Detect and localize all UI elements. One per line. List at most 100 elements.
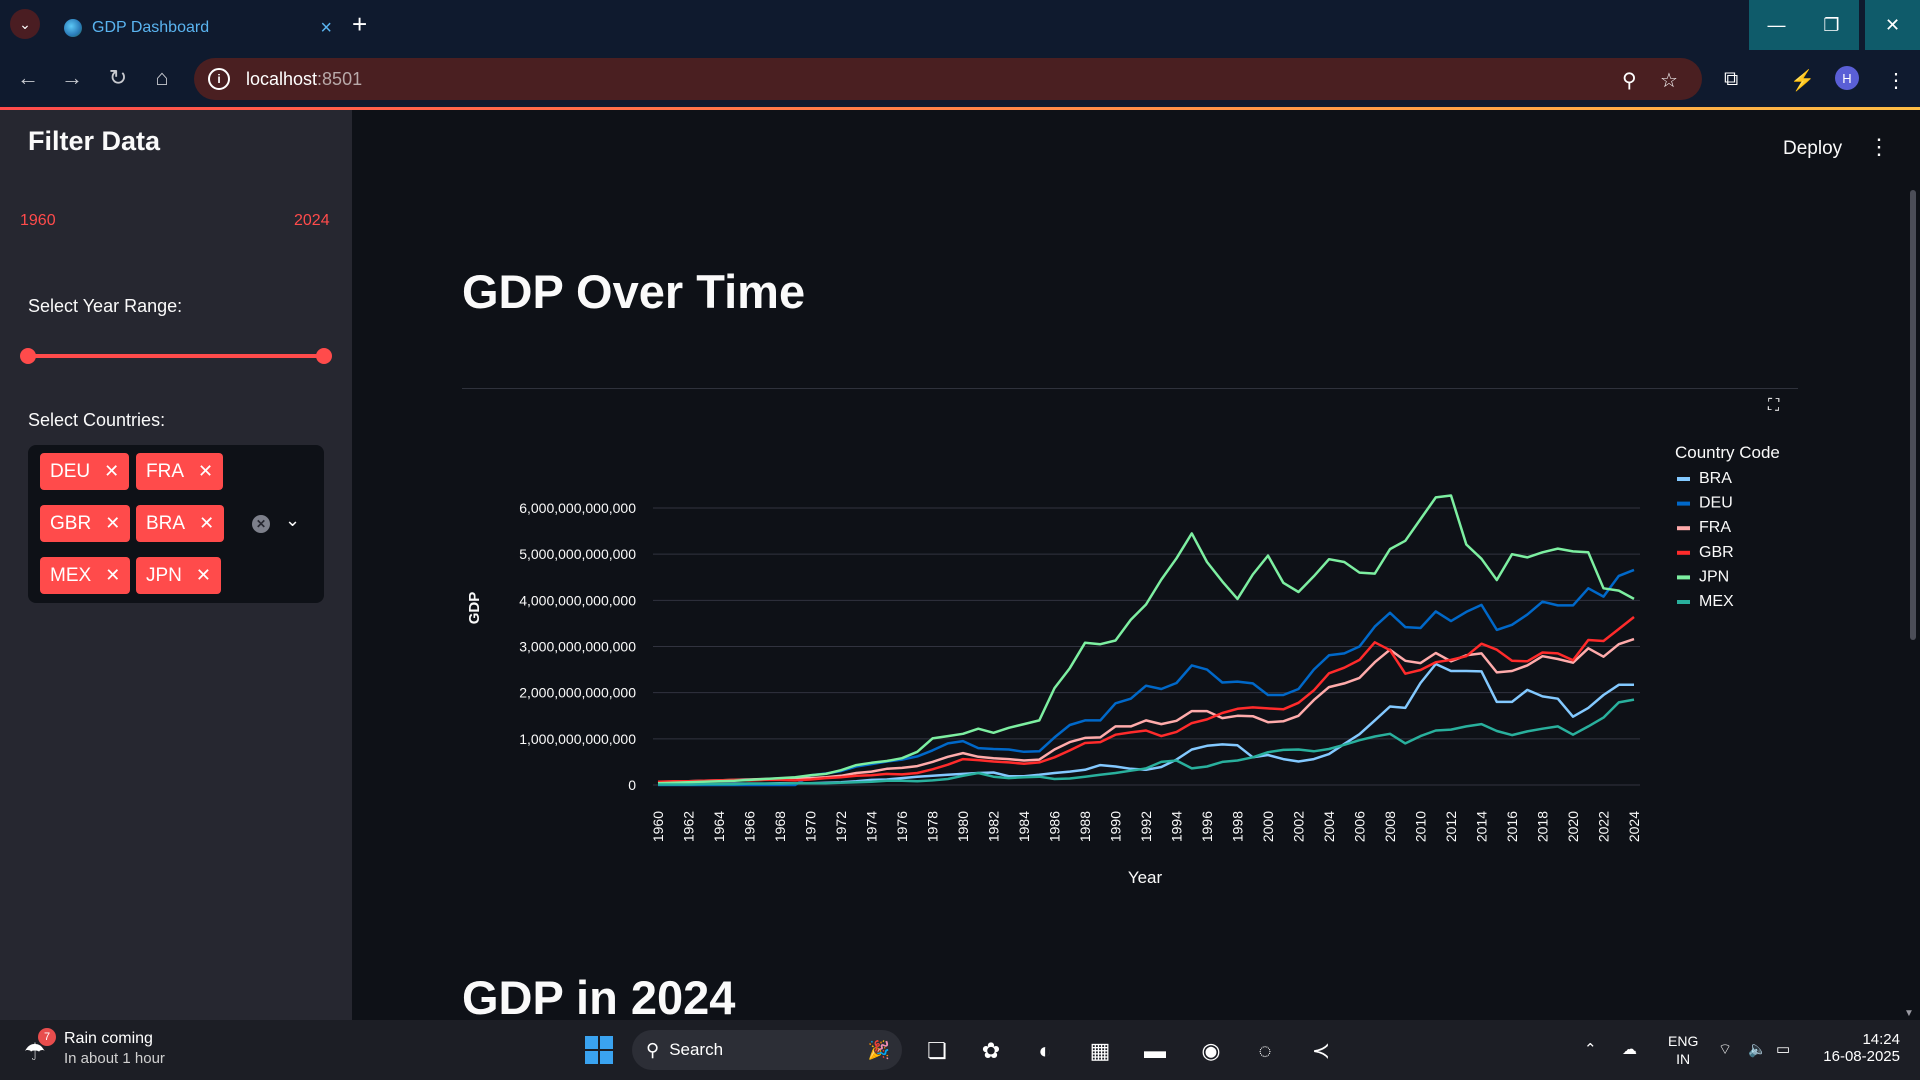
language-indicator[interactable]: ENG IN bbox=[1668, 1032, 1698, 1068]
x-tick-label: 1964 bbox=[711, 811, 727, 842]
deploy-button[interactable]: Deploy bbox=[1783, 138, 1842, 160]
x-tick-label: 1962 bbox=[681, 811, 697, 842]
edge-icon[interactable]: ◐ bbox=[1030, 1036, 1060, 1066]
start-button[interactable] bbox=[585, 1036, 613, 1064]
legend-label[interactable]: JPN bbox=[1699, 568, 1729, 585]
chip-deu[interactable]: DEU ✕ bbox=[40, 453, 130, 490]
x-tick-label: 2008 bbox=[1382, 811, 1398, 842]
legend-label[interactable]: BRA bbox=[1699, 470, 1732, 487]
x-tick-label: 1970 bbox=[803, 811, 819, 842]
file-explorer-icon[interactable]: ▬ bbox=[1140, 1036, 1170, 1066]
system-clock[interactable]: 14:24 16-08-2025 bbox=[1820, 1031, 1900, 1065]
chip-jpn[interactable]: JPN ✕ bbox=[136, 557, 221, 594]
reload-button[interactable]: ↻ bbox=[104, 65, 132, 91]
chip-label: BRA bbox=[146, 512, 186, 534]
remove-icon[interactable]: ✕ bbox=[199, 513, 214, 534]
performance-icon[interactable]: ⚡ bbox=[1790, 68, 1815, 93]
series-mex-line[interactable] bbox=[658, 698, 1635, 786]
x-tick-label: 2014 bbox=[1474, 811, 1490, 842]
x-tick-label: 1960 bbox=[650, 811, 666, 842]
slider-max-handle[interactable] bbox=[316, 348, 332, 364]
x-tick-label: 1968 bbox=[772, 811, 788, 842]
forward-button[interactable]: → bbox=[58, 65, 86, 91]
x-tick-label: 1982 bbox=[986, 811, 1002, 842]
close-window-button[interactable]: ✕ bbox=[1865, 0, 1920, 50]
x-tick-label: 1976 bbox=[894, 811, 910, 842]
profile-avatar[interactable]: H bbox=[1835, 66, 1859, 90]
address-bar[interactable]: i localhost:8501 ⚲ ☆ bbox=[194, 58, 1702, 100]
clear-selection-icon[interactable]: ✕ bbox=[252, 515, 270, 533]
main-menu-icon[interactable]: ⋮ bbox=[1868, 134, 1890, 160]
taskbar-search[interactable]: ⚲ Search 🎉 bbox=[632, 1030, 902, 1070]
zoom-icon[interactable]: ⚲ bbox=[1622, 68, 1637, 93]
remove-icon[interactable]: ✕ bbox=[105, 513, 120, 534]
year-range-slider[interactable] bbox=[28, 354, 324, 358]
extensions-icon[interactable]: ⧉ bbox=[1724, 68, 1738, 91]
browser-tab[interactable]: GDP Dashboard × bbox=[52, 6, 342, 50]
chip-mex[interactable]: MEX ✕ bbox=[40, 557, 131, 594]
chip-label: FRA bbox=[146, 460, 184, 482]
chip-gbr[interactable]: GBR ✕ bbox=[40, 505, 131, 542]
main-scrollbar[interactable] bbox=[1910, 190, 1916, 640]
remove-icon[interactable]: ✕ bbox=[198, 461, 213, 482]
series-gbr-line[interactable] bbox=[657, 616, 1635, 784]
close-icon[interactable]: × bbox=[320, 17, 332, 40]
chip-fra[interactable]: FRA ✕ bbox=[136, 453, 224, 490]
x-tick-label: 1994 bbox=[1169, 811, 1185, 842]
series-bra-line[interactable] bbox=[658, 662, 1634, 786]
legend-swatch bbox=[1677, 526, 1690, 531]
year-range-label: Select Year Range: bbox=[28, 296, 183, 316]
legend-label[interactable]: MEX bbox=[1699, 593, 1734, 610]
chevron-down-icon[interactable]: ⌄ bbox=[285, 510, 300, 531]
fullscreen-icon[interactable]: ⛶ bbox=[1768, 397, 1779, 415]
remove-icon[interactable]: ✕ bbox=[104, 461, 119, 482]
chip-label: MEX bbox=[50, 564, 92, 586]
site-info-icon[interactable]: i bbox=[208, 68, 230, 90]
x-tick-label: 2004 bbox=[1321, 811, 1337, 842]
scroll-down-icon[interactable]: ▼ bbox=[1904, 1008, 1914, 1019]
tab-search-button[interactable]: ⌄ bbox=[10, 9, 40, 39]
x-tick-label: 1996 bbox=[1199, 811, 1215, 842]
url-port: :8501 bbox=[317, 68, 363, 89]
battery-icon[interactable]: ▭ bbox=[1776, 1040, 1790, 1058]
restore-button[interactable]: ❐ bbox=[1804, 0, 1859, 50]
chip-bra[interactable]: BRA ✕ bbox=[136, 505, 225, 542]
vscode-icon[interactable]: ≺ bbox=[1306, 1036, 1336, 1066]
bookmark-star-icon[interactable]: ☆ bbox=[1660, 68, 1678, 93]
x-tick-label: 2000 bbox=[1260, 811, 1276, 842]
new-tab-button[interactable]: + bbox=[352, 10, 367, 38]
home-button[interactable]: ⌂ bbox=[148, 65, 176, 91]
slider-min-handle[interactable] bbox=[20, 348, 36, 364]
back-button[interactable]: ← bbox=[14, 65, 42, 91]
volume-icon[interactable]: 🔈 bbox=[1748, 1040, 1767, 1058]
wifi-icon[interactable]: ⌔ bbox=[1718, 1040, 1732, 1059]
year-min-value: 1960 bbox=[20, 212, 56, 229]
onedrive-icon[interactable]: ☁ bbox=[1622, 1040, 1637, 1058]
remove-icon[interactable]: ✕ bbox=[105, 565, 120, 586]
x-tick-label: 2002 bbox=[1291, 811, 1307, 842]
series-fra-line[interactable] bbox=[657, 637, 1635, 784]
x-tick-label: 1974 bbox=[864, 811, 880, 842]
minimize-button[interactable]: — bbox=[1749, 0, 1804, 50]
browser-menu-icon[interactable]: ⋮ bbox=[1886, 68, 1906, 93]
tray-chevron-icon[interactable]: ⌃ bbox=[1584, 1040, 1597, 1058]
legend-label[interactable]: DEU bbox=[1699, 495, 1733, 512]
copilot-icon[interactable]: ✿ bbox=[976, 1036, 1006, 1066]
chart-legend: Country Code BRA DEU FRA GBR JPN MEX bbox=[1675, 443, 1780, 610]
store-icon[interactable]: ▦ bbox=[1085, 1036, 1115, 1066]
section-title: GDP in 2024 bbox=[462, 971, 736, 1024]
browser-toolbar: ← → ↻ ⌂ i localhost:8501 ⚲ ☆ ⧉ ⚡ ⋮ bbox=[0, 50, 1920, 108]
y-tick-label: 3,000,000,000,000 bbox=[519, 639, 636, 655]
remove-icon[interactable]: ✕ bbox=[196, 565, 211, 586]
x-axis-label: Year bbox=[1128, 868, 1163, 887]
clock-time: 14:24 bbox=[1862, 1031, 1900, 1048]
chrome-icon[interactable]: ◉ bbox=[1196, 1036, 1226, 1066]
series-jpn-line[interactable] bbox=[657, 494, 1635, 785]
task-view-icon[interactable]: ❏ bbox=[922, 1036, 952, 1066]
globe-icon bbox=[64, 19, 82, 37]
legend-label[interactable]: FRA bbox=[1699, 519, 1731, 536]
weather-subtitle: In about 1 hour bbox=[64, 1050, 165, 1067]
app-icon[interactable]: ◌ bbox=[1250, 1036, 1280, 1066]
home-icon: ⌂ bbox=[155, 65, 169, 90]
legend-label[interactable]: GBR bbox=[1699, 544, 1734, 561]
